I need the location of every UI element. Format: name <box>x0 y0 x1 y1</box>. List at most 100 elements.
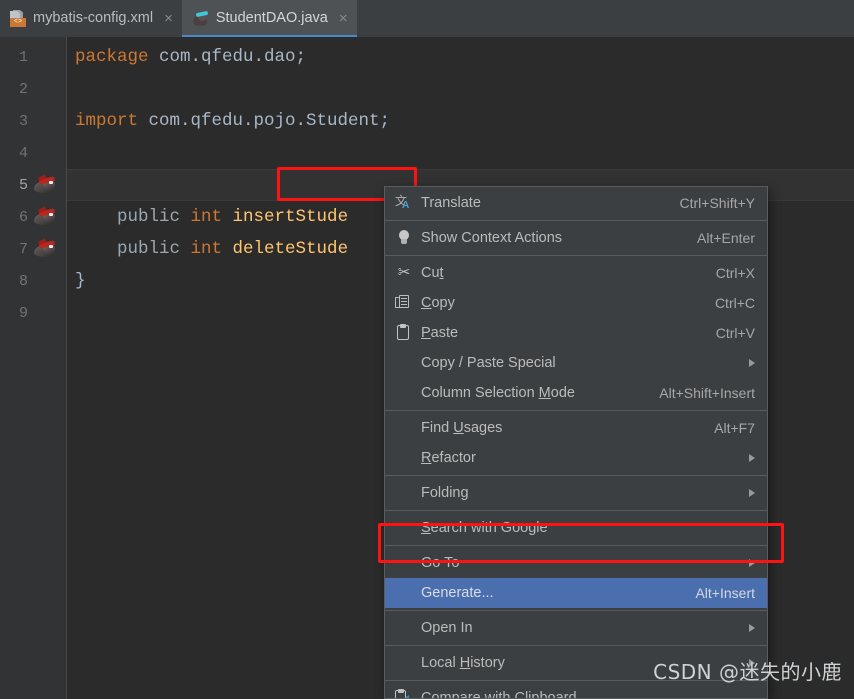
menu-item-search-with-google[interactable]: Search with Google <box>385 513 767 543</box>
menu-icon-placeholder <box>393 384 415 402</box>
menu-item-open-in[interactable]: Open In <box>385 613 767 643</box>
menu-item-label: Translate <box>421 195 481 211</box>
paste-icon <box>393 324 415 342</box>
menu-item-shortcut: Ctrl+X <box>715 265 755 281</box>
code-line[interactable]: public int deleteStude <box>75 233 348 265</box>
idea-editor-window: <> mybatis-config.xml × StudentDAO.java × 1 2… <box>0 0 854 699</box>
menu-item-go-to[interactable]: Go To <box>385 548 767 578</box>
menu-item-shortcut: Alt+Enter <box>697 230 755 246</box>
menu-icon-placeholder <box>393 554 415 572</box>
menu-item-shortcut: Ctrl+C <box>714 295 755 311</box>
code-line[interactable]: package com.qfedu.dao; <box>75 41 306 73</box>
editor-gutter[interactable]: 1 2 3 4 5 6 7 8 9 <box>0 37 66 699</box>
menu-item-translate[interactable]: 文 A Translate Ctrl+Shift+Y <box>385 188 767 218</box>
gutter-line[interactable]: 4 <box>0 137 66 169</box>
menu-item-label: Cut <box>421 265 444 281</box>
menu-item-label: Show Context Actions <box>421 230 563 246</box>
mybatis-mapper-icon[interactable] <box>34 206 56 226</box>
menu-item-label: Refactor <box>421 450 476 466</box>
menu-item-label: Copy / Paste Special <box>421 355 556 371</box>
close-icon[interactable]: × <box>164 11 173 26</box>
editor-tab-active[interactable]: StudentDAO.java × <box>181 0 357 37</box>
menu-item-label: Find Usages <box>421 420 503 436</box>
menu-item-compare-with-clipboard[interactable]: Compare with Clipboard <box>385 683 767 699</box>
compare-clipboard-icon <box>393 689 415 698</box>
menu-icon-placeholder <box>393 449 415 467</box>
line-number: 5 <box>18 176 28 194</box>
code-token: int <box>190 239 233 259</box>
menu-icon-placeholder <box>393 654 415 672</box>
menu-item-copy-paste-special[interactable]: Copy / Paste Special <box>385 348 767 378</box>
code-token: int <box>190 207 233 227</box>
line-number: 7 <box>18 240 28 258</box>
code-line[interactable]: public int insertStude <box>75 201 348 233</box>
code-token: } <box>75 271 86 291</box>
menu-item-label: Paste <box>421 325 459 341</box>
line-number: 3 <box>18 112 28 130</box>
code-token: package <box>75 47 160 67</box>
menu-item-paste[interactable]: Paste Ctrl+V <box>385 318 767 348</box>
menu-item-show-context-actions[interactable]: Show Context Actions Alt+Enter <box>385 223 767 253</box>
menu-icon-placeholder <box>393 484 415 502</box>
gutter-separator <box>66 37 67 699</box>
code-line[interactable]: import com.qfedu.pojo.Student; <box>75 105 390 137</box>
line-number: 2 <box>18 80 28 98</box>
gutter-line[interactable]: 8 <box>0 265 66 297</box>
menu-item-column-selection-mode[interactable]: Column Selection Mode Alt+Shift+Insert <box>385 378 767 408</box>
menu-item-shortcut: Alt+Insert <box>695 585 755 601</box>
mybatis-mapper-icon[interactable] <box>34 174 56 194</box>
java-file-icon <box>192 10 209 27</box>
menu-separator <box>385 475 767 476</box>
menu-icon-placeholder <box>393 584 415 602</box>
menu-separator <box>385 645 767 646</box>
menu-item-shortcut: Ctrl+V <box>715 325 755 341</box>
editor-tab-label: StudentDAO.java <box>215 10 328 27</box>
xml-file-icon: <> <box>10 10 26 27</box>
translate-icon: 文A <box>395 194 410 211</box>
menu-separator <box>385 255 767 256</box>
close-icon[interactable]: × <box>339 11 348 26</box>
line-number: 4 <box>18 144 28 162</box>
copy-icon <box>393 294 415 312</box>
menu-item-shortcut: Alt+Shift+Insert <box>659 385 755 401</box>
editor-tab-inactive[interactable]: <> mybatis-config.xml × <box>0 0 182 37</box>
gutter-line[interactable]: 3 <box>0 105 66 137</box>
menu-separator <box>385 220 767 221</box>
menu-item-find-usages[interactable]: Find Usages Alt+F7 <box>385 413 767 443</box>
menu-icon-placeholder <box>393 354 415 372</box>
code-token: com.qfedu.dao; <box>159 47 307 67</box>
gutter-line[interactable]: 5 <box>0 169 66 201</box>
gutter-line[interactable]: 6 <box>0 201 66 233</box>
menu-item-folding[interactable]: Folding <box>385 478 767 508</box>
menu-item-label: Compare with Clipboard <box>421 690 577 699</box>
line-number: 8 <box>18 272 28 290</box>
code-token: public <box>75 239 191 259</box>
gutter-line[interactable]: 2 <box>0 73 66 105</box>
editor-tab-bar: <> mybatis-config.xml × StudentDAO.java × <box>0 0 854 37</box>
submenu-arrow-icon <box>749 359 755 367</box>
menu-item-cut[interactable]: ✂ Cut Ctrl+X <box>385 258 767 288</box>
submenu-arrow-icon <box>749 489 755 497</box>
code-token: com.qfedu.pojo.Student; <box>148 111 391 131</box>
menu-item-refactor[interactable]: Refactor <box>385 443 767 473</box>
menu-item-generate[interactable]: Generate... Alt+Insert <box>385 578 767 608</box>
gutter-line[interactable]: 7 <box>0 233 66 265</box>
menu-separator <box>385 410 767 411</box>
gutter-line[interactable]: 9 <box>0 297 66 329</box>
csdn-watermark: CSDN @迷失的小鹿 <box>653 660 842 684</box>
menu-separator <box>385 545 767 546</box>
mybatis-mapper-icon[interactable] <box>34 238 56 258</box>
menu-icon-placeholder <box>393 419 415 437</box>
lightbulb-icon <box>393 229 415 247</box>
menu-separator <box>385 510 767 511</box>
line-number: 6 <box>18 208 28 226</box>
menu-item-label: Copy <box>421 295 455 311</box>
menu-separator <box>385 610 767 611</box>
menu-item-copy[interactable]: Copy Ctrl+C <box>385 288 767 318</box>
editor-context-menu[interactable]: 文 A Translate Ctrl+Shift+Y Show Context Acti… <box>384 186 768 699</box>
submenu-arrow-icon <box>749 624 755 632</box>
code-line[interactable]: } <box>75 265 86 297</box>
menu-icon-placeholder <box>393 519 415 537</box>
gutter-line[interactable]: 1 <box>0 41 66 73</box>
code-token: insertStude <box>232 207 349 227</box>
